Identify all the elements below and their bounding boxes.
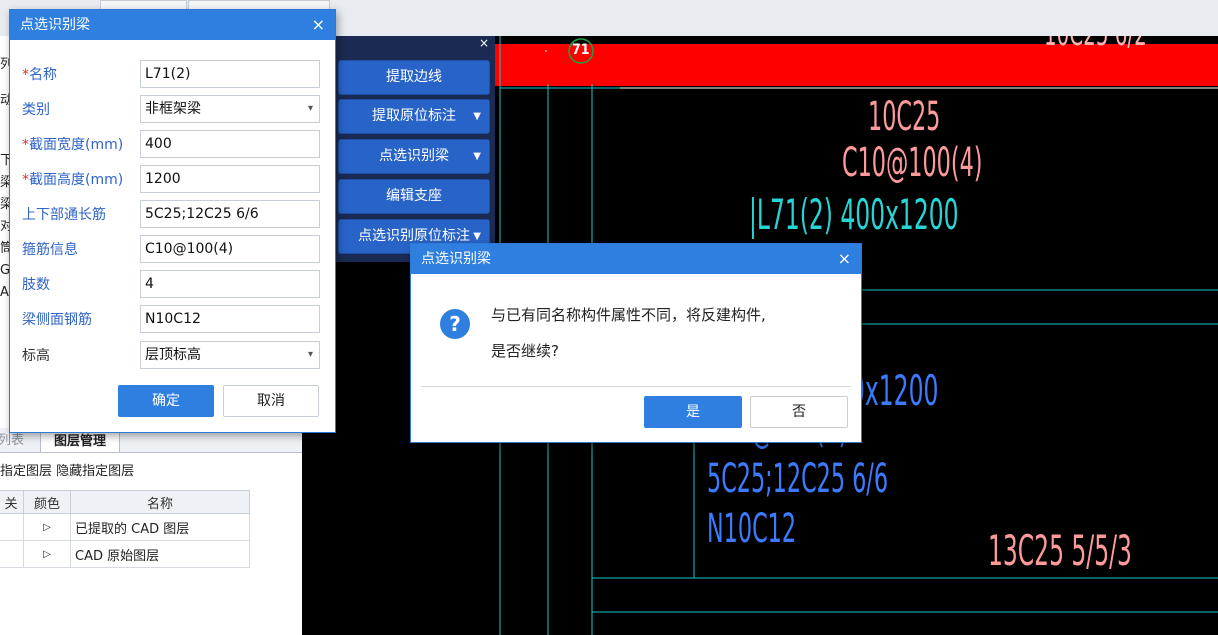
beam-properties-dialog: 点选识别梁 × *名称 L71(2) 类别 非框架梁 ▾ *截面宽度(mm) 40…	[9, 9, 336, 433]
button-label: 点选识别原位标注	[358, 228, 470, 244]
section-height-input[interactable]: 1200	[140, 165, 320, 193]
field-label: *截面宽度(mm)	[22, 137, 124, 153]
divider	[421, 386, 851, 387]
cad-text-mid-rebar: 5C25;12C25 6/6	[707, 456, 889, 502]
close-icon[interactable]: ×	[479, 36, 489, 50]
cad-text-bottom-right: 13C25 5/5/3	[988, 526, 1132, 575]
cad-text-top-partial: 10C25 6/2	[1044, 36, 1147, 54]
dropdown-arrow-icon[interactable]: ▼	[473, 140, 481, 173]
section-width-input[interactable]: 400	[140, 130, 320, 158]
elevation-select[interactable]: 层顶标高 ▾	[140, 341, 320, 369]
close-icon[interactable]: ×	[838, 244, 851, 274]
continuous-rebar-input[interactable]: 5C25;12C25 6/6	[140, 200, 320, 228]
column-header[interactable]: 关	[0, 490, 24, 514]
layer-toggle-cell[interactable]	[0, 540, 24, 568]
field-label: 标高	[22, 348, 50, 364]
chevron-down-icon[interactable]: ▾	[308, 96, 313, 122]
no-button[interactable]: 否	[750, 396, 848, 428]
ok-button[interactable]: 确定	[118, 385, 214, 417]
layer-name: 已提取的 CAD 图层	[70, 513, 250, 541]
field-row-continuous-rebar: 上下部通长筋 5C25;12C25 6/6	[10, 200, 335, 228]
layer-actions[interactable]: 指定图层 隐藏指定图层	[0, 460, 302, 480]
field-row-width: *截面宽度(mm) 400	[10, 130, 335, 158]
cad-text-mid-side: N10C12	[707, 506, 797, 552]
column-header[interactable]: 名称	[70, 490, 250, 514]
extract-edge-button[interactable]: 提取边线	[338, 60, 490, 95]
recognition-tool-panel: × 提取边线 提取原位标注 ▼ 点选识别梁 ▼ 编辑支座 点选识别原位标注 ▼	[335, 36, 495, 262]
field-row-stirrup: 箍筋信息 C10@100(4)	[10, 235, 335, 263]
legs-input[interactable]: 4	[140, 270, 320, 298]
edit-support-button[interactable]: 编辑支座	[338, 179, 490, 214]
chevron-down-icon[interactable]: ▾	[308, 342, 313, 368]
field-label: 梁侧面钢筋	[22, 312, 92, 328]
cad-text-mid-size: 0x1200	[850, 366, 939, 415]
cad-text-stirrup-top: C10@100(4)	[842, 140, 983, 186]
confirm-dialog: 点选识别梁 × ? 与已有同名称构件属性不同，将反建构件, 是否继续? 是 否	[410, 243, 862, 443]
category-select[interactable]: 非框架梁 ▾	[140, 95, 320, 123]
button-label: 提取原位标注	[372, 108, 456, 124]
stirrup-input[interactable]: C10@100(4)	[140, 235, 320, 263]
field-label: 肢数	[22, 277, 50, 293]
dialog-title: 点选识别梁	[421, 251, 491, 267]
field-row-legs: 肢数 4	[10, 270, 335, 298]
side-rebar-input[interactable]: N10C12	[140, 305, 320, 333]
required-mark: *	[22, 67, 29, 83]
layer-toggle-cell[interactable]	[0, 513, 24, 541]
axis-marker-label: 71	[572, 42, 590, 58]
dialog-titlebar[interactable]: 点选识别梁 ×	[10, 10, 335, 40]
dropdown-arrow-icon[interactable]: ▼	[473, 100, 481, 133]
field-row-height: *截面高度(mm) 1200	[10, 165, 335, 193]
dialog-titlebar[interactable]: 点选识别梁 ×	[411, 244, 861, 274]
cad-text-beam-label: |L71(2) 400x1200	[749, 190, 959, 239]
pick-recognize-beam-button[interactable]: 点选识别梁 ▼	[338, 139, 490, 174]
cancel-button[interactable]: 取消	[223, 385, 319, 417]
confirm-message: 是否继续?	[491, 342, 559, 360]
triangle-right-icon[interactable]: ▷	[23, 540, 71, 568]
field-row-category: 类别 非框架梁 ▾	[10, 95, 335, 123]
field-row-side-rebar: 梁侧面钢筋 N10C12	[10, 305, 335, 333]
layer-table: 关 颜色 名称 ▷ 已提取的 CAD 图层 ▷ CAD 原始图层	[0, 490, 250, 568]
field-label: 上下部通长筋	[22, 207, 106, 223]
field-label: *名称	[22, 67, 57, 83]
field-label: *截面高度(mm)	[22, 172, 124, 188]
button-label: 编辑支座	[386, 188, 442, 204]
tab-layer-management[interactable]: 图层管理	[40, 431, 120, 452]
dialog-title: 点选识别梁	[20, 17, 90, 33]
extract-annotation-button[interactable]: 提取原位标注 ▼	[338, 99, 490, 134]
field-row-name: *名称 L71(2)	[10, 60, 335, 88]
field-label: 箍筋信息	[22, 242, 78, 258]
question-icon: ?	[440, 309, 470, 339]
tab-list[interactable]: 列表	[0, 431, 28, 451]
yes-button[interactable]: 是	[644, 396, 742, 428]
table-row[interactable]: ▷ CAD 原始图层	[0, 540, 250, 568]
button-label: 点选识别梁	[379, 148, 449, 164]
field-label: 类别	[22, 102, 50, 118]
button-label: 提取边线	[386, 69, 442, 85]
name-input[interactable]: L71(2)	[140, 60, 320, 88]
confirm-message: 与已有同名称构件属性不同，将反建构件,	[491, 306, 766, 324]
layer-table-header: 关 颜色 名称	[0, 490, 250, 514]
triangle-right-icon[interactable]: ▷	[23, 513, 71, 541]
close-icon[interactable]: ×	[312, 10, 325, 40]
table-row[interactable]: ▷ 已提取的 CAD 图层	[0, 513, 250, 541]
layer-name: CAD 原始图层	[70, 540, 250, 568]
cad-text-bar-top: 10C25	[868, 94, 941, 140]
column-header[interactable]: 颜色	[23, 490, 71, 514]
field-row-elevation: 标高 层顶标高 ▾	[10, 341, 335, 369]
